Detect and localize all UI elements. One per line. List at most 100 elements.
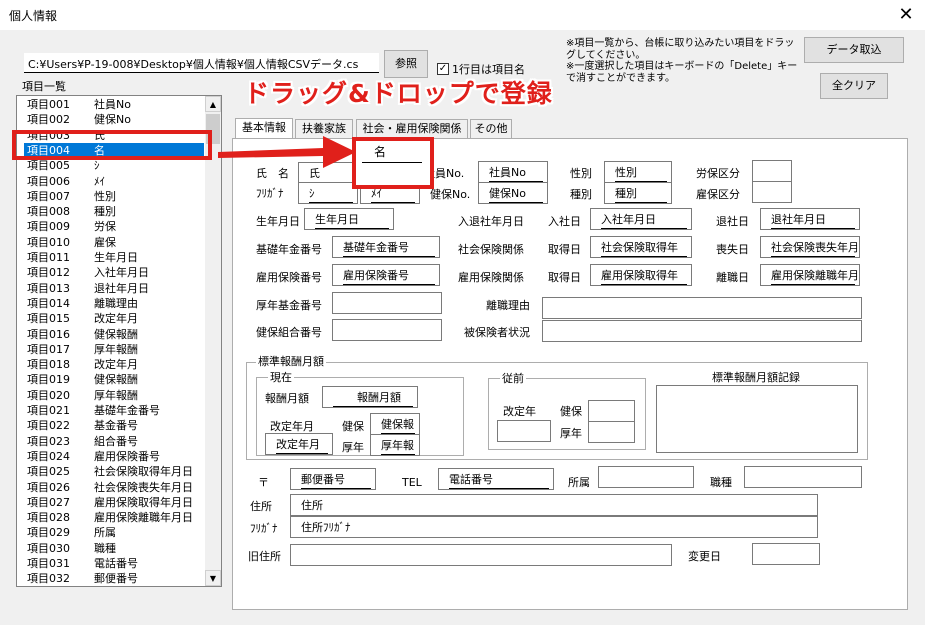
list-item[interactable]: 項目002 健保No xyxy=(24,112,204,127)
list-item-name: 厚年報酬 xyxy=(94,342,138,356)
triangle-up-icon[interactable]: ▲ xyxy=(205,96,221,112)
pension-no-field[interactable]: 基礎年金番号 xyxy=(332,236,440,258)
list-item[interactable]: 項目001 社員No xyxy=(24,97,204,112)
list-item-name: 健保報酬 xyxy=(94,373,138,387)
health-label: 健保 xyxy=(342,420,364,433)
change-date-field[interactable] xyxy=(752,543,820,565)
retire-label: 退社日 xyxy=(716,215,749,228)
list-item-id: 項目017 xyxy=(27,342,70,356)
list-item[interactable]: 項目030 職種 xyxy=(24,541,204,556)
list-item[interactable]: 項目006 ﾒｲ xyxy=(24,174,204,189)
current-title: 現在 xyxy=(268,371,294,384)
prev-pension-field[interactable] xyxy=(588,421,635,443)
salary-field[interactable]: 報酬月額 xyxy=(322,386,418,408)
address-kana-label: ﾌﾘｶﾞﾅ xyxy=(250,522,278,535)
list-item[interactable]: 項目032 郵便番号 xyxy=(24,571,204,586)
list-item[interactable]: 項目027 雇用保険取得年月日 xyxy=(24,495,204,510)
job-field[interactable] xyxy=(744,466,862,488)
list-item[interactable]: 項目016 健保報酬 xyxy=(24,327,204,342)
list-item[interactable]: 項目008 種別 xyxy=(24,204,204,219)
list-item[interactable]: 項目029 所属 xyxy=(24,525,204,540)
gender-field[interactable]: 性別 xyxy=(604,161,672,183)
list-item[interactable]: 項目019 健保報酬 xyxy=(24,372,204,387)
type-field[interactable]: 種別 xyxy=(604,182,672,204)
type-label: 種別 xyxy=(570,188,592,201)
labor-ins-field[interactable] xyxy=(752,160,792,182)
kana-surname-field[interactable]: ｼ xyxy=(298,182,358,204)
prev-health-field[interactable] xyxy=(588,400,635,422)
list-item[interactable]: 項目007 性別 xyxy=(24,189,204,204)
join-field[interactable]: 入社年月日 xyxy=(590,208,692,230)
address-label: 住所 xyxy=(250,500,272,513)
leave-label: 離職日 xyxy=(716,271,749,284)
pension-value-field[interactable]: 厚年報 xyxy=(370,434,420,456)
labor-ins-label: 労保区分 xyxy=(696,167,740,180)
list-item[interactable]: 項目021 基礎年金番号 xyxy=(24,403,204,418)
list-item-name: 社員No xyxy=(94,98,131,111)
fund-no-field[interactable] xyxy=(332,292,442,314)
list-item[interactable]: 項目017 厚年報酬 xyxy=(24,342,204,357)
emp-acquire-field[interactable]: 雇用保険取得年 xyxy=(590,264,692,286)
clear-all-button[interactable]: 全クリア xyxy=(820,73,888,99)
old-address-field[interactable] xyxy=(290,544,672,566)
list-item[interactable]: 項目014 離職理由 xyxy=(24,296,204,311)
emp-ins-no-field[interactable]: 雇用保険番号 xyxy=(332,264,440,286)
list-item[interactable]: 項目012 入社年月日 xyxy=(24,265,204,280)
instruction-note-3: ※一度選択した項目はキーボードの「Delete」キー xyxy=(566,61,798,72)
list-item-id: 項目032 xyxy=(27,572,70,586)
list-item[interactable]: 項目011 生年月日 xyxy=(24,250,204,265)
employ-ins-field[interactable] xyxy=(752,181,792,203)
tab-insurance[interactable]: 社会・雇用保険関係 xyxy=(356,119,468,138)
list-item-name: 改定年月 xyxy=(94,312,138,326)
list-item[interactable]: 項目025 社会保険取得年月日 xyxy=(24,464,204,479)
triangle-down-icon[interactable]: ▼ xyxy=(205,570,221,586)
drag-drop-instruction: ドラッグ&ドロップで登録 xyxy=(244,79,553,108)
item-list[interactable]: 項目001 社員No 項目002 健保No 項目003 氏項目004 名項目005 ｼ項目00… xyxy=(16,95,222,587)
list-item[interactable]: 項目013 退社年月日 xyxy=(24,281,204,296)
list-item[interactable]: 項目022 基金番号 xyxy=(24,418,204,433)
prev-revision-field[interactable] xyxy=(497,420,551,442)
list-item-name: 健保報酬 xyxy=(94,327,138,341)
list-item[interactable]: 項目023 組合番号 xyxy=(24,434,204,449)
list-item[interactable]: 項目009 労保 xyxy=(24,219,204,234)
list-item[interactable]: 項目018 改定年月 xyxy=(24,357,204,372)
social-acquire-field[interactable]: 社会保険取得年 xyxy=(590,236,692,258)
list-item[interactable]: 項目015 改定年月 xyxy=(24,311,204,326)
emp-no-field[interactable]: 社員No xyxy=(478,161,548,183)
emp-leave-field[interactable]: 雇用保険離職年月 xyxy=(760,264,860,286)
leave-reason-field[interactable] xyxy=(542,297,862,319)
address-kana-field[interactable]: 住所ﾌﾘｶﾞﾅ xyxy=(290,516,818,538)
list-item[interactable]: 項目026 社会保険喪失年月日 xyxy=(24,480,204,495)
list-item[interactable]: 項目024 雇用保険番号 xyxy=(24,449,204,464)
list-item[interactable]: 項目031 電話番号 xyxy=(24,556,204,571)
revision-field[interactable]: 改定年月 xyxy=(265,433,333,455)
list-item-id: 項目010 xyxy=(27,235,70,249)
tel-field[interactable]: 電話番号 xyxy=(438,468,554,490)
list-item-id: 項目022 xyxy=(27,419,70,433)
list-item[interactable]: 項目028 雇用保険離職年月日 xyxy=(24,510,204,525)
tab-other[interactable]: その他 xyxy=(470,119,512,138)
dept-field[interactable] xyxy=(598,466,694,488)
list-item[interactable]: 項目020 厚年報酬 xyxy=(24,388,204,403)
social-loss-field[interactable]: 社会保険喪失年月 xyxy=(760,236,860,258)
birth-field[interactable]: 生年月日 xyxy=(304,208,394,230)
zip-field[interactable]: 郵便番号 xyxy=(290,468,376,490)
health-no-label: 健保No. xyxy=(430,188,471,201)
import-button[interactable]: データ取込 xyxy=(804,37,904,63)
record-field[interactable] xyxy=(656,385,858,453)
csv-path-field[interactable]: C:¥Users¥P-19-008¥Desktop¥個人情報¥個人情報CSVデー… xyxy=(24,53,379,73)
social-acquire-label: 取得日 xyxy=(548,243,581,256)
list-item[interactable]: 項目005 ｼ xyxy=(24,158,204,173)
retire-field[interactable]: 退社年月日 xyxy=(760,208,860,230)
health-no-field[interactable]: 健保No xyxy=(478,182,548,204)
union-no-field[interactable] xyxy=(332,319,442,341)
drop-target-field[interactable]: 名 xyxy=(362,143,422,163)
list-item[interactable]: 項目010 雇保 xyxy=(24,235,204,250)
insured-status-field[interactable] xyxy=(542,320,862,342)
list-item-id: 項目014 xyxy=(27,296,70,310)
address-field[interactable]: 住所 xyxy=(290,494,818,516)
item-list-title: 項目一覧 xyxy=(22,80,66,93)
list-item-name: ｼ xyxy=(94,159,100,173)
close-icon[interactable]: ✕ xyxy=(893,3,919,27)
health-value-field[interactable]: 健保報 xyxy=(370,413,420,435)
